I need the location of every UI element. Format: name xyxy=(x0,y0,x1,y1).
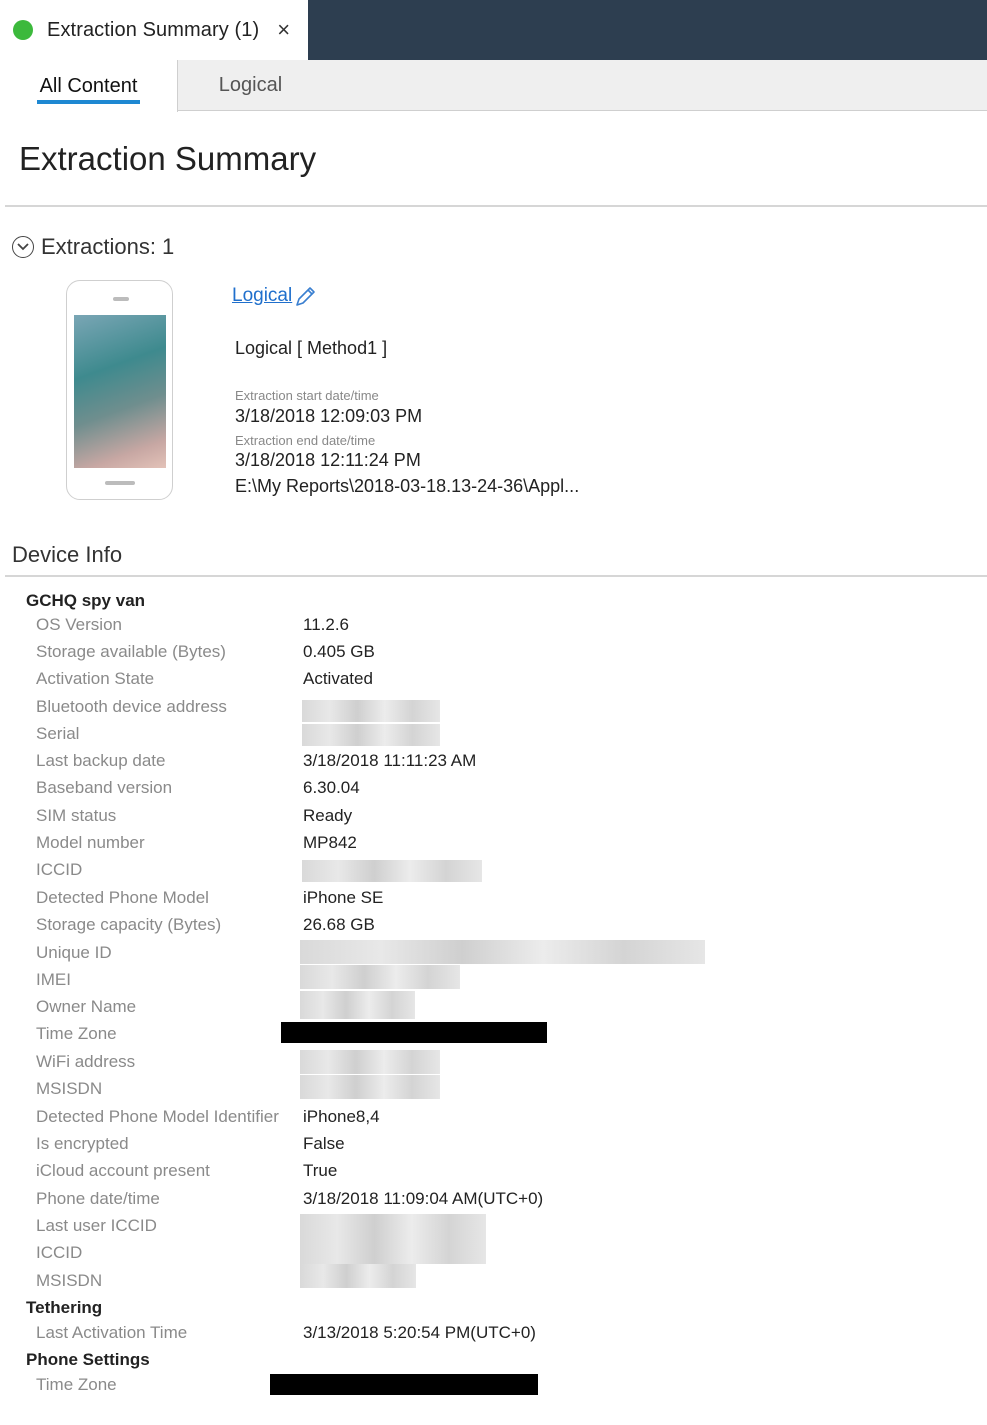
blurred-value xyxy=(300,991,415,1019)
content-tabs: All Content Logical xyxy=(0,60,987,112)
device-group-name: Tethering xyxy=(26,1298,103,1317)
prop-label: Storage capacity (Bytes) xyxy=(36,915,222,934)
prop-label: MSISDN xyxy=(36,1079,103,1098)
blurred-value xyxy=(302,724,440,746)
device-info-divider xyxy=(5,575,987,577)
device-group-name: Phone Settings xyxy=(26,1350,150,1369)
phone-screen xyxy=(74,315,166,468)
prop-value: Activated xyxy=(303,669,373,688)
document-tab-title: Extraction Summary (1) xyxy=(47,18,260,41)
blurred-value xyxy=(300,965,460,989)
redacted-value xyxy=(270,1374,538,1395)
tab-all-content-label: All Content xyxy=(39,74,138,97)
blurred-value xyxy=(300,940,705,964)
extraction-start-label: Extraction start date/time xyxy=(235,388,379,403)
edit-pencil-icon[interactable] xyxy=(292,284,318,310)
tab-all-content[interactable]: All Content xyxy=(0,60,178,112)
prop-label: Detected Phone Model Identifier xyxy=(36,1107,279,1126)
device-info-heading: Device Info xyxy=(12,542,123,567)
prop-label: OS Version xyxy=(36,615,122,634)
prop-label: ICCID xyxy=(36,1243,83,1262)
prop-label: Owner Name xyxy=(36,997,137,1016)
extractions-count: Extractions: 1 xyxy=(41,234,175,259)
redacted-value xyxy=(281,1022,547,1043)
status-indicator-icon xyxy=(13,20,33,40)
title-divider xyxy=(5,205,987,207)
prop-value: 6.30.04 xyxy=(303,778,360,797)
prop-value: MP842 xyxy=(303,833,357,852)
extraction-start-value: 3/18/2018 12:09:03 PM xyxy=(235,406,423,426)
prop-label: iCloud account present xyxy=(36,1161,210,1180)
page-title: Extraction Summary xyxy=(19,140,317,177)
prop-label: Time Zone xyxy=(36,1024,117,1043)
prop-label: Storage available (Bytes) xyxy=(36,642,226,661)
prop-label: Detected Phone Model xyxy=(36,888,209,907)
blurred-value xyxy=(300,1214,486,1264)
phone-home-bar xyxy=(105,481,135,485)
prop-label: Is encrypted xyxy=(36,1134,129,1153)
prop-label: Activation State xyxy=(36,669,155,688)
prop-label: ICCID xyxy=(36,860,83,879)
blurred-value xyxy=(302,860,482,882)
prop-label: Model number xyxy=(36,833,145,852)
document-tab-bar: Extraction Summary (1) × xyxy=(0,0,987,60)
prop-value: True xyxy=(303,1161,338,1180)
prop-value: 3/13/2018 5:20:54 PM(UTC+0) xyxy=(303,1323,536,1342)
prop-value: 3/18/2018 11:11:23 AM xyxy=(303,751,477,770)
prop-label: Baseband version xyxy=(36,778,173,797)
prop-value: Ready xyxy=(303,806,353,825)
tab-logical[interactable]: Logical xyxy=(178,60,323,111)
prop-value: iPhone8,4 xyxy=(303,1107,380,1126)
prop-value: 0.405 GB xyxy=(303,642,375,661)
prop-label: Serial xyxy=(36,724,80,743)
prop-label: IMEI xyxy=(36,970,71,989)
device-group-name: GCHQ spy van xyxy=(26,591,146,610)
blurred-value xyxy=(300,1264,416,1288)
prop-value: False xyxy=(303,1134,345,1153)
phone-device-image xyxy=(66,280,173,500)
prop-label: Last Activation Time xyxy=(36,1323,188,1342)
prop-label: Phone date/time xyxy=(36,1189,160,1208)
prop-label: Last user ICCID xyxy=(36,1216,157,1235)
extraction-end-label: Extraction end date/time xyxy=(235,433,376,448)
blurred-value xyxy=(300,1075,440,1099)
prop-label: MSISDN xyxy=(36,1271,103,1290)
prop-label: Time Zone xyxy=(36,1375,117,1394)
extraction-path: E:\My Reports\2018-03-18.13-24-36\Appl..… xyxy=(235,476,580,496)
extractions-toggle[interactable]: Extractions: 1 xyxy=(12,234,174,260)
blurred-value xyxy=(300,1050,440,1074)
active-tab-indicator xyxy=(37,100,140,104)
extraction-method: Logical [ Method1 ] xyxy=(235,338,388,358)
close-tab-icon[interactable]: × xyxy=(277,19,290,41)
chevron-down-icon[interactable] xyxy=(12,236,34,258)
extraction-logical-link[interactable]: Logical xyxy=(232,285,292,307)
prop-label: Bluetooth device address xyxy=(36,697,227,716)
prop-label: WiFi address xyxy=(36,1052,136,1071)
tab-logical-label: Logical xyxy=(218,74,283,96)
document-tab-extraction-summary[interactable]: Extraction Summary (1) × xyxy=(0,0,308,60)
prop-value: iPhone SE xyxy=(303,888,384,907)
prop-label: Unique ID xyxy=(36,943,112,962)
prop-value: 11.2.6 xyxy=(303,615,350,634)
phone-speaker xyxy=(113,297,129,301)
blurred-value xyxy=(302,700,440,722)
extraction-end-value: 3/18/2018 12:11:24 PM xyxy=(235,450,421,470)
prop-label: Last backup date xyxy=(36,751,166,770)
prop-value: 26.68 GB xyxy=(303,915,375,934)
prop-label: SIM status xyxy=(36,806,117,825)
prop-value: 3/18/2018 11:09:04 AM(UTC+0) xyxy=(303,1189,544,1208)
